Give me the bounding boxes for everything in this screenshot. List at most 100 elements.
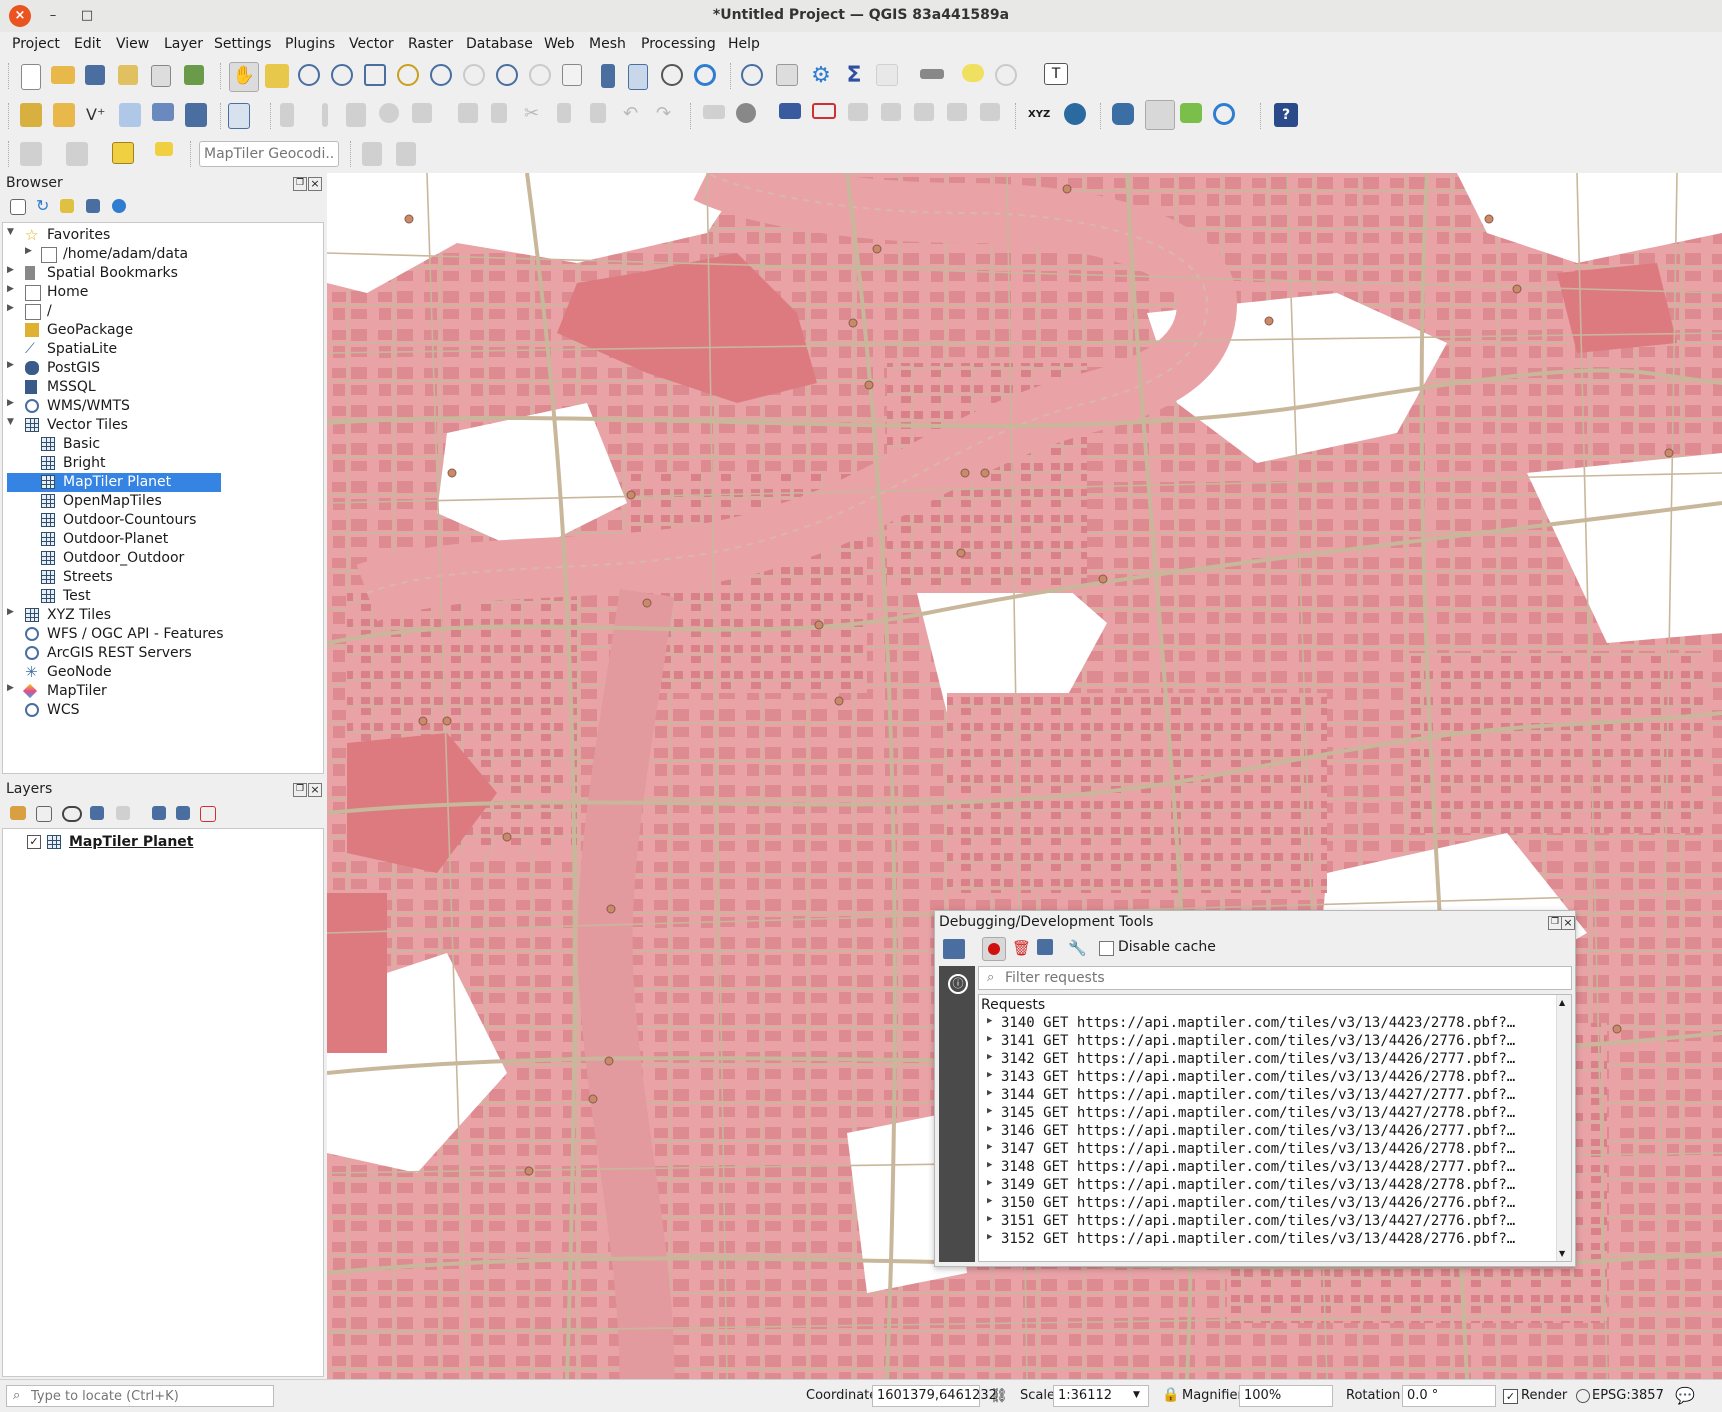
update-plugin-icon[interactable] <box>1213 103 1235 125</box>
expand-arrow-icon[interactable]: ▶ <box>987 1070 992 1080</box>
settings-gear-icon[interactable]: ⚙ <box>809 64 833 88</box>
expand-arrow-icon[interactable]: ▶ <box>987 1124 992 1134</box>
change-label-icon[interactable] <box>914 103 934 121</box>
collapse-arrow-icon[interactable]: ▼ <box>7 417 14 427</box>
select-by-value-icon[interactable] <box>66 142 88 166</box>
save-log-icon[interactable] <box>1037 939 1053 955</box>
expand-arrow-icon[interactable]: ▶ <box>987 1052 992 1062</box>
attribute-table-icon[interactable] <box>776 64 798 86</box>
coordinate-field[interactable]: 1601379,6461232 <box>872 1385 997 1407</box>
browser-item-favorites[interactable]: ▼ ☆ Favorites <box>7 227 307 245</box>
layer-labeling-icon[interactable] <box>736 103 756 123</box>
add-raster-layer-icon[interactable] <box>185 103 207 127</box>
add-group-icon[interactable] <box>36 806 52 822</box>
menu-processing[interactable]: Processing <box>641 36 716 52</box>
lock-scale-icon[interactable]: 🔒 <box>1162 1387 1179 1403</box>
quickmap-globe-icon[interactable] <box>1064 103 1086 125</box>
expand-arrow-icon[interactable]: ▶ <box>987 1034 992 1044</box>
clear-log-icon[interactable]: 🗑 <box>1012 939 1031 957</box>
add-vector-tile-layer-icon[interactable] <box>228 103 250 129</box>
style-manager-icon[interactable] <box>184 65 204 85</box>
browser-item-spatialite[interactable]: ⟋ SpatiaLite <box>7 341 307 359</box>
redo-icon[interactable]: ↷ <box>656 103 680 127</box>
requests-scrollbar[interactable]: ▲ ▼ <box>1556 995 1571 1261</box>
browser-item-spatial-bookmarks[interactable]: ▶ Spatial Bookmarks <box>7 265 307 283</box>
copy-features-icon[interactable] <box>557 103 571 123</box>
browser-item-outdoor-outdoor[interactable]: Outdoor_Outdoor <box>7 550 307 568</box>
select-features-icon[interactable] <box>20 142 42 166</box>
zoom-out-icon[interactable] <box>331 64 353 86</box>
new-temporary-layer-icon[interactable] <box>152 103 174 121</box>
zoom-last-icon[interactable] <box>496 64 518 86</box>
zoom-next-icon[interactable] <box>529 64 551 86</box>
toggle-editing-icon[interactable] <box>322 103 328 127</box>
expand-arrow-icon[interactable]: ▶ <box>987 1178 992 1188</box>
filter-expression-icon[interactable] <box>116 806 130 820</box>
browser-item-mssql[interactable]: MSSQL <box>7 379 307 397</box>
browser-item-root[interactable]: ▶ / <box>7 303 307 321</box>
data-source-manager-icon[interactable] <box>20 103 42 127</box>
browser-item-bright[interactable]: Bright <box>7 455 307 473</box>
expand-arrow-icon[interactable]: ▶ <box>7 398 14 408</box>
open-project-icon[interactable] <box>51 66 75 84</box>
messages-icon[interactable]: 💬 <box>1675 1386 1695 1405</box>
select-location-icon[interactable] <box>155 142 173 156</box>
temporal-controller-icon[interactable] <box>661 64 683 86</box>
maptiler-geocoder-input[interactable] <box>199 141 339 167</box>
browser-close-icon[interactable]: × <box>308 177 322 191</box>
menu-raster[interactable]: Raster <box>408 36 453 52</box>
lock-scale-icon[interactable] <box>1145 100 1175 130</box>
expand-arrow-icon[interactable]: ▶ <box>7 284 14 294</box>
layers-close-icon[interactable]: × <box>308 783 322 797</box>
text-annotation-icon[interactable]: T <box>1044 63 1068 85</box>
settings-wrench-icon[interactable]: 🔧 <box>1068 939 1087 957</box>
scroll-up-icon[interactable]: ▲ <box>1559 998 1565 1007</box>
filter-legend-icon[interactable] <box>90 806 104 820</box>
highlight-labels-icon[interactable] <box>812 103 836 119</box>
browser-item-wfs-ogc[interactable]: WFS / OGC API - Features <box>7 626 307 644</box>
annotation-edit-icon[interactable] <box>362 142 382 166</box>
rotate-label-icon[interactable] <box>881 103 901 121</box>
menu-project[interactable]: Project <box>12 36 60 52</box>
new-spatialite-layer-icon[interactable] <box>119 103 141 127</box>
zoom-in-icon[interactable] <box>298 64 320 86</box>
layer-row-maptiler-planet[interactable]: ✓ MapTiler Planet <box>27 834 307 852</box>
debug-float-icon[interactable]: ❐ <box>1548 916 1562 930</box>
undo-icon[interactable]: ↶ <box>623 103 647 127</box>
browser-item-maptiler[interactable]: ▶ MapTiler <box>7 683 307 701</box>
browser-item-xyz-tiles[interactable]: ▶ XYZ Tiles <box>7 607 307 625</box>
browser-item-streets[interactable]: Streets <box>7 569 307 587</box>
expand-arrow-icon[interactable]: ▶ <box>987 1088 992 1098</box>
browser-item-outdoor-countours[interactable]: Outdoor-Countours <box>7 512 307 530</box>
expand-arrow-icon[interactable]: ▶ <box>25 246 32 256</box>
help-contents-icon[interactable]: ? <box>1274 103 1298 127</box>
vertex-tool-icon[interactable] <box>412 103 432 123</box>
browser-item-test[interactable]: Test <box>7 588 307 606</box>
expand-arrow-icon[interactable]: ▶ <box>7 303 14 313</box>
menu-layer[interactable]: Layer <box>164 36 203 52</box>
collapse-arrow-icon[interactable]: ▼ <box>7 227 14 237</box>
new-shapefile-layer-icon[interactable]: V⁺ <box>86 103 110 127</box>
python-console-icon[interactable] <box>1112 103 1134 125</box>
delete-selected-icon[interactable] <box>491 103 507 123</box>
browser-item-arcgis-rest[interactable]: ArcGIS REST Servers <box>7 645 307 663</box>
move-label-icon[interactable] <box>848 103 868 121</box>
layer-visibility-checkbox[interactable]: ✓ <box>27 835 41 849</box>
open-field-calculator-icon[interactable] <box>876 64 898 86</box>
expand-arrow-icon[interactable]: ▶ <box>987 1142 992 1152</box>
zoom-to-selection-icon[interactable] <box>397 64 419 86</box>
collapse-all-icon[interactable] <box>86 199 100 213</box>
save-project-icon[interactable] <box>85 65 105 85</box>
style-layer-icon[interactable] <box>10 806 26 820</box>
new-geopackage-layer-icon[interactable] <box>53 103 75 127</box>
modify-attributes-icon[interactable] <box>458 103 478 123</box>
browser-item-outdoor-planet[interactable]: Outdoor-Planet <box>7 531 307 549</box>
toggle-extents-icon[interactable]: ⛓ <box>990 1388 1008 1404</box>
filter-requests-input[interactable] <box>978 966 1572 990</box>
map-tips-icon[interactable] <box>962 64 984 82</box>
browser-item-wms-wmts[interactable]: ▶ WMS/WMTS <box>7 398 307 416</box>
browser-item-vector-tiles[interactable]: ▼ Vector Tiles <box>7 417 307 435</box>
debug-close-icon[interactable]: × <box>1561 916 1575 930</box>
expand-arrow-icon[interactable]: ▶ <box>7 265 14 275</box>
menu-database[interactable]: Database <box>466 36 533 52</box>
